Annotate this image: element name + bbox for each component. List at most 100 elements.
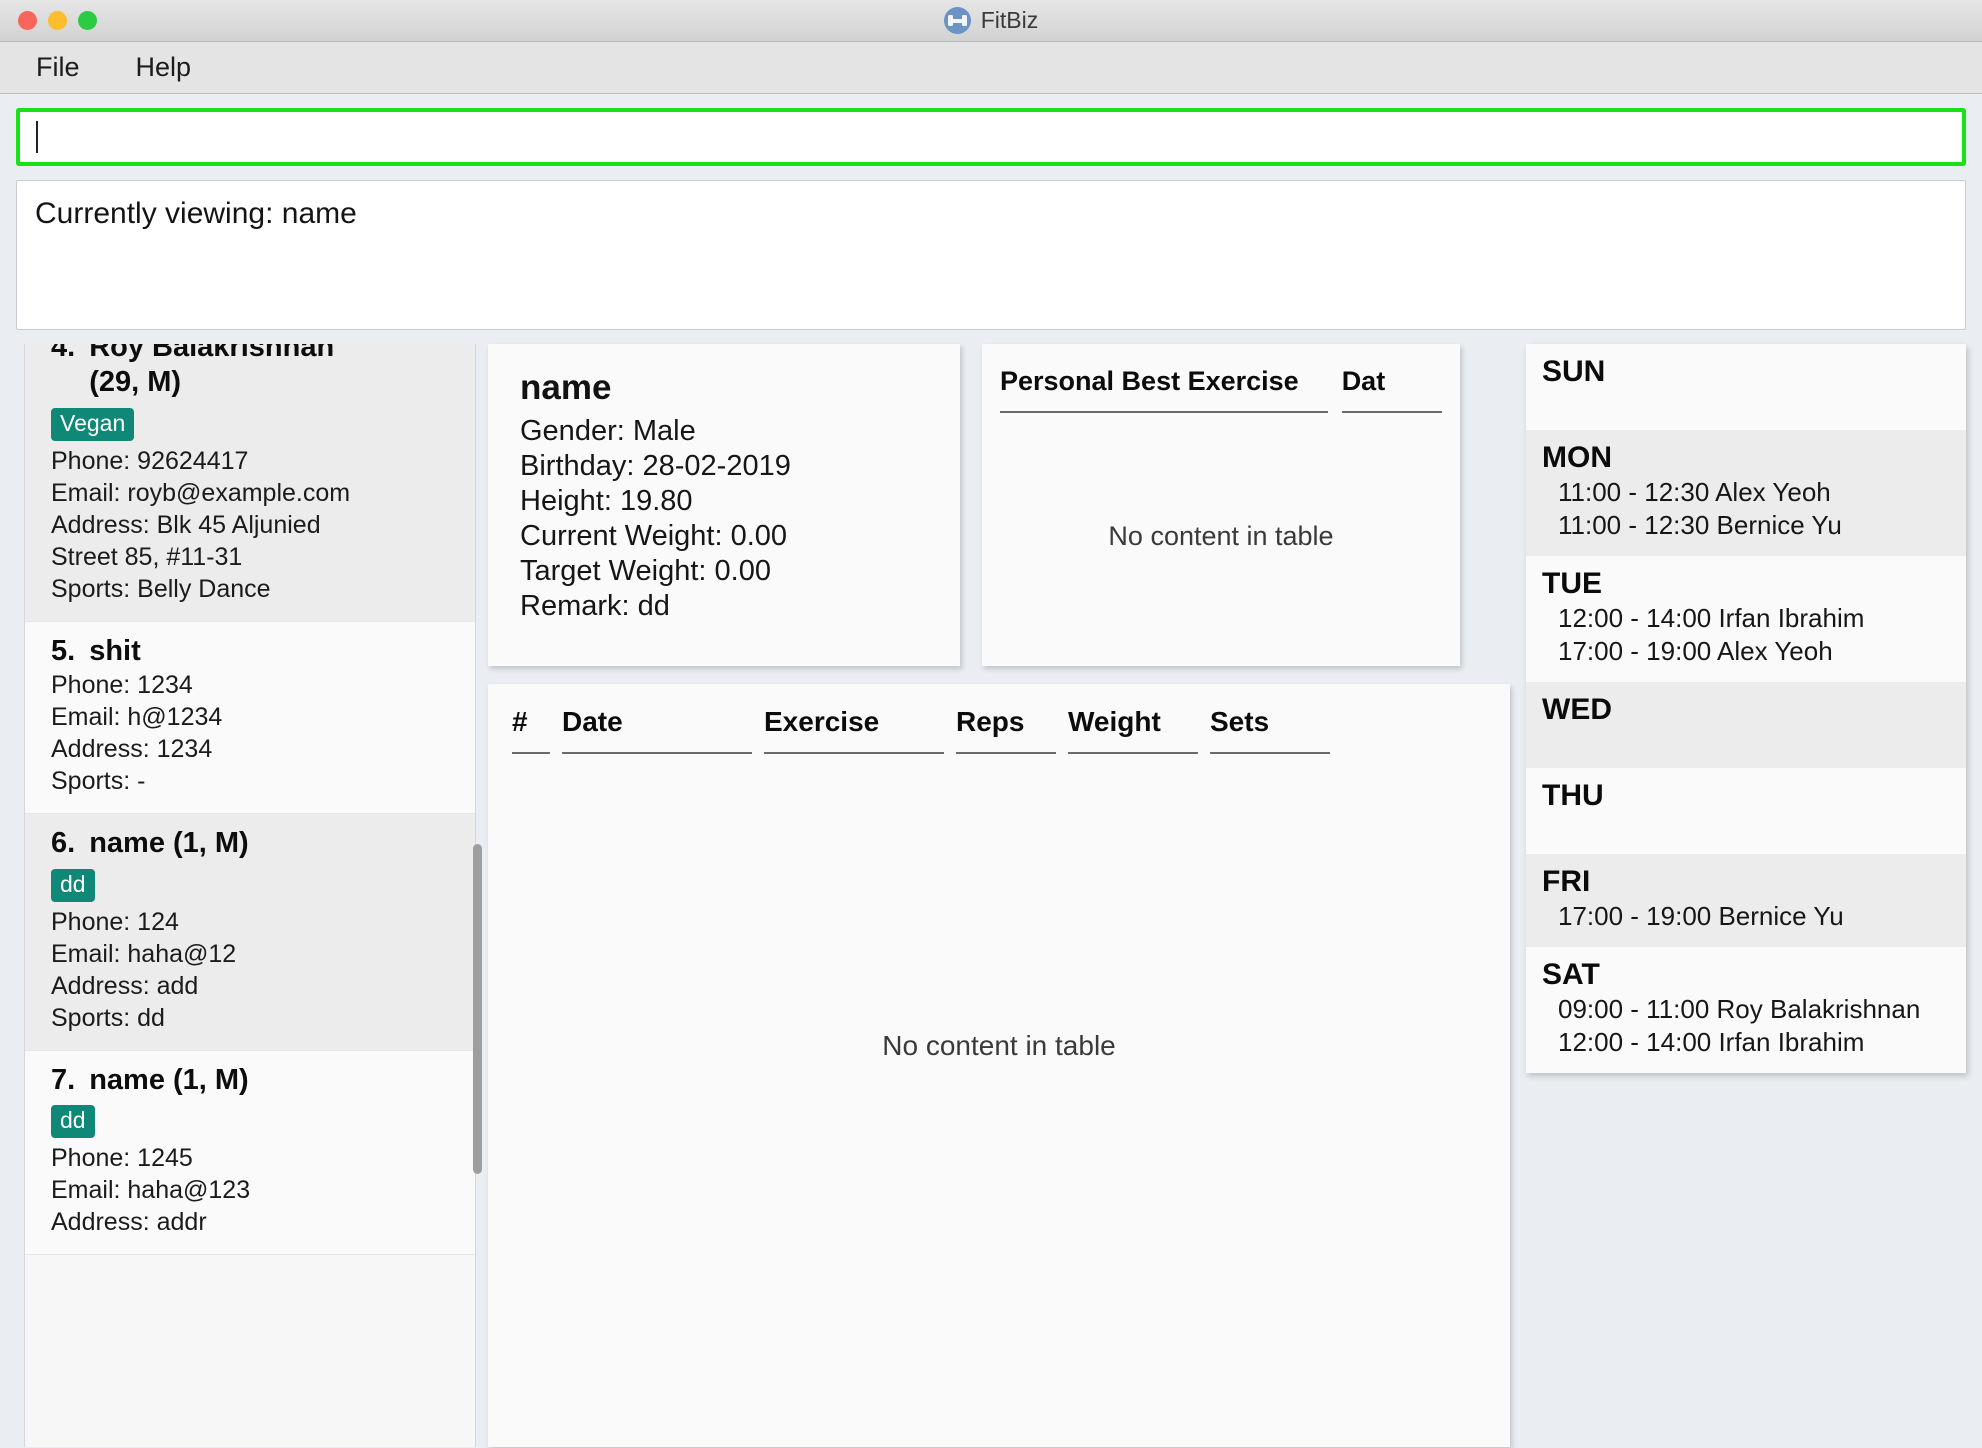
member-phone: Phone: 92624417: [51, 446, 249, 475]
list-item[interactable]: 6. name (1, M) dd Phone: 124 Email: haha…: [25, 814, 475, 1051]
day-label: FRI: [1542, 865, 1591, 899]
member-email: Email: royb@example.com: [51, 478, 351, 507]
member-list-panel: 4. Roy Balakrishnan (29, M) Vegan Phone:…: [16, 344, 482, 1447]
member-index: 6.: [51, 827, 76, 860]
menu-bar: File Help: [0, 42, 1982, 94]
member-address: Address: add: [51, 971, 199, 1000]
exercise-table: # Date Exercise Reps Weight Sets No cont…: [488, 684, 1510, 1447]
schedule-day-wed[interactable]: WED: [1526, 682, 1966, 769]
member-email: Email: haha@12: [51, 939, 237, 968]
list-item[interactable]: 7. name (1, M) dd Phone: 1245 Email: hah…: [25, 1050, 475, 1255]
member-index: 5.: [51, 634, 76, 667]
member-index: 7.: [51, 1063, 76, 1096]
column-header-date[interactable]: Date: [562, 706, 752, 754]
profile-current-weight: Current Weight: 0.00: [520, 520, 788, 553]
window-title: FitBiz: [980, 7, 1039, 33]
column-header-weight[interactable]: Weight: [1068, 706, 1198, 754]
search-input[interactable]: [16, 108, 1966, 166]
member-phone: Phone: 124: [51, 907, 179, 936]
page-title: name: [520, 368, 612, 407]
member-card-heading: 6. name (1, M): [51, 826, 449, 861]
result-display-panel: Currently viewing: name: [16, 180, 1966, 330]
column-header-exercise[interactable]: Exercise: [764, 706, 944, 754]
member-address: Address: 1234: [51, 735, 213, 764]
profile-gender: Gender: Male: [520, 415, 696, 447]
member-name: Roy Balakrishnan (29, M): [89, 344, 449, 401]
member-address: Address: addr: [51, 1207, 207, 1236]
exercise-table-empty-message: No content in table: [882, 1029, 1116, 1061]
member-sports: Sports: dd: [51, 1003, 165, 1032]
member-name: name (1, M): [89, 827, 249, 860]
window-title-group: FitBiz: [0, 7, 1982, 34]
weekly-schedule-card: SUN MON 11:00 - 12:30 Alex Yeoh 11:00 - …: [1526, 344, 1966, 1074]
schedule-slot[interactable]: 09:00 - 11:00 Roy Balakrishnan: [1542, 993, 1950, 1026]
member-email: Email: haha@123: [51, 1175, 251, 1204]
day-empty-spacer: [1542, 728, 1950, 754]
member-address-2: Street 85, #11-31: [51, 542, 243, 571]
column-header-date[interactable]: Dat: [1341, 366, 1442, 413]
profile-remark: Remark: dd: [520, 590, 670, 623]
menu-file[interactable]: File: [30, 50, 86, 85]
member-sports: Sports: -: [51, 767, 146, 796]
member-phone: Phone: 1245: [51, 1143, 193, 1172]
member-sports: Sports: Belly Dance: [51, 574, 271, 603]
column-header-reps[interactable]: Reps: [956, 706, 1056, 754]
schedule-slot[interactable]: 12:00 - 14:00 Irfan Ibrahim: [1542, 602, 1950, 635]
dumbbell-icon: [943, 7, 971, 34]
member-profile-card: name Gender: Male Birthday: 28-02-2019 H…: [488, 344, 960, 666]
menu-help[interactable]: Help: [130, 50, 198, 85]
diet-tag: dd: [51, 1104, 95, 1138]
diet-tag: dd: [51, 868, 95, 902]
column-header-sets[interactable]: Sets: [1210, 706, 1330, 754]
column-header-number[interactable]: #: [512, 706, 550, 754]
schedule-slot[interactable]: 12:00 - 14:00 Irfan Ibrahim: [1542, 1026, 1950, 1059]
schedule-day-mon[interactable]: MON 11:00 - 12:30 Alex Yeoh 11:00 - 12:3…: [1526, 430, 1966, 557]
member-tags: dd: [51, 868, 449, 902]
member-card-heading: 4. Roy Balakrishnan (29, M): [51, 344, 449, 401]
profile-height: Height: 19.80: [520, 485, 693, 518]
list-item[interactable]: 4. Roy Balakrishnan (29, M) Vegan Phone:…: [25, 344, 475, 622]
member-list-scrollbar[interactable]: [473, 844, 482, 1174]
minimize-button[interactable]: [48, 11, 67, 30]
day-empty-spacer: [1542, 814, 1950, 840]
day-label: TUE: [1542, 567, 1602, 601]
member-phone: Phone: 1234: [51, 671, 193, 700]
list-item[interactable]: 5. shit Phone: 1234 Email: h@1234 Addres…: [25, 621, 475, 815]
profile-target-weight: Target Weight: 0.00: [520, 555, 771, 588]
personal-best-table: Personal Best Exercise Dat No content in…: [982, 344, 1460, 666]
day-label: SUN: [1542, 355, 1606, 388]
member-index: 4.: [51, 344, 76, 363]
personal-best-header-row: Personal Best Exercise Dat: [982, 366, 1460, 413]
personal-best-empty-message: No content in table: [1108, 521, 1334, 551]
column-header-exercise[interactable]: Personal Best Exercise: [1000, 366, 1328, 413]
profile-birthday: Birthday: 28-02-2019: [520, 450, 791, 483]
member-tags: dd: [51, 1104, 449, 1138]
day-empty-spacer: [1542, 390, 1950, 416]
member-address: Address: Blk 45 Aljunied: [51, 510, 321, 539]
center-column: name Gender: Male Birthday: 28-02-2019 H…: [482, 344, 1518, 1447]
schedule-day-fri[interactable]: FRI 17:00 - 19:00 Bernice Yu: [1526, 854, 1966, 948]
diet-tag: Vegan: [51, 407, 135, 441]
text-caret: [36, 121, 38, 153]
day-label: MON: [1542, 441, 1612, 474]
currently-viewing-label: Currently viewing: name: [35, 197, 357, 230]
member-name-line2: (29, M): [89, 366, 182, 399]
schedule-day-sun[interactable]: SUN: [1526, 344, 1966, 430]
day-label: THU: [1542, 779, 1604, 813]
schedule-slot[interactable]: 17:00 - 19:00 Bernice Yu: [1542, 900, 1950, 933]
schedule-day-thu[interactable]: THU: [1526, 768, 1966, 855]
maximize-button[interactable]: [78, 11, 97, 30]
center-top-row: name Gender: Male Birthday: 28-02-2019 H…: [488, 344, 1510, 666]
member-name: shit: [89, 634, 141, 667]
window-titlebar: FitBiz: [0, 0, 1982, 42]
day-label: SAT: [1542, 958, 1600, 992]
main-region: 4. Roy Balakrishnan (29, M) Vegan Phone:…: [16, 344, 1966, 1447]
member-list-scroll[interactable]: 4. Roy Balakrishnan (29, M) Vegan Phone:…: [24, 344, 476, 1447]
schedule-slot[interactable]: 17:00 - 19:00 Alex Yeoh: [1542, 635, 1950, 668]
schedule-day-sat[interactable]: SAT 09:00 - 11:00 Roy Balakrishnan 12:00…: [1526, 947, 1966, 1074]
schedule-day-tue[interactable]: TUE 12:00 - 14:00 Irfan Ibrahim 17:00 - …: [1526, 556, 1966, 683]
app-body: Currently viewing: name 4. Roy Balakrish…: [0, 94, 1982, 1447]
schedule-slot[interactable]: 11:00 - 12:30 Alex Yeoh: [1542, 476, 1950, 509]
schedule-slot[interactable]: 11:00 - 12:30 Bernice Yu: [1542, 509, 1950, 542]
close-button[interactable]: [18, 11, 37, 30]
